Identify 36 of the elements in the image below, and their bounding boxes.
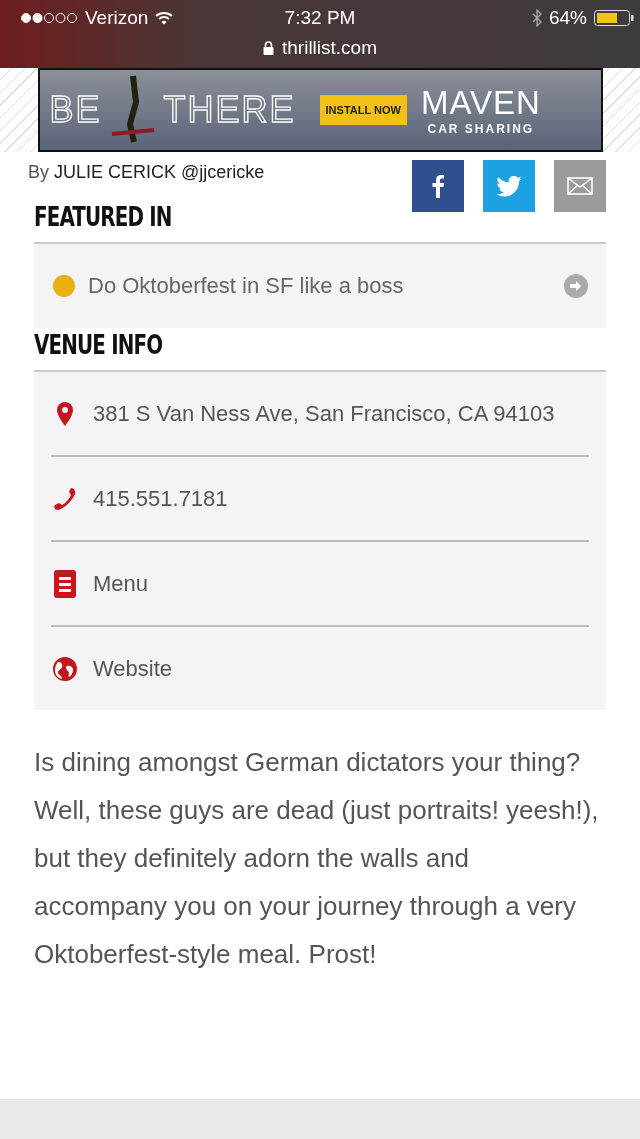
article-paragraph: Is dining amongst German dictators your thing? Well, these guys are dead (just portraits! yeesh!), but they definitely adorn the walls and accompany you on your journey through a very Oktoberfest-style meal. Prost! <box>34 746 600 971</box>
arrow-right-icon[interactable] <box>564 274 588 298</box>
document-icon <box>54 569 76 598</box>
ad-headline: THERE <box>163 89 296 131</box>
email-share-button[interactable] <box>554 160 606 212</box>
carrier-name: Verizon <box>85 7 149 29</box>
battery-percent: 64% <box>548 7 587 29</box>
envelope-icon <box>567 177 593 195</box>
battery-icon <box>594 9 634 27</box>
clock-time: 7:32 PM <box>284 7 356 29</box>
venue-link[interactable]: 415.551.7181 <box>93 485 228 512</box>
byline: By JULIE CERICK @jjcericke <box>28 162 265 183</box>
venue-link[interactable]: Website <box>93 655 173 682</box>
featured-link[interactable]: Do Oktoberfest in SF like a boss <box>88 273 552 299</box>
install-button[interactable]: INSTALL NOW <box>319 95 407 125</box>
wifi-icon <box>155 11 174 25</box>
ad-headline: BE <box>49 89 102 131</box>
bluetooth-icon <box>531 9 542 27</box>
signal-icon <box>20 12 78 24</box>
author-handle-link[interactable]: @jjcericke <box>181 162 265 182</box>
section-heading: FEATURED IN <box>34 202 172 234</box>
lock-icon <box>263 41 274 55</box>
twitter-share-button[interactable] <box>483 160 535 212</box>
page-url[interactable]: thrillist.com <box>282 37 377 59</box>
globe-icon <box>52 655 78 682</box>
section-heading: VENUE INFO <box>34 330 163 362</box>
venue-link[interactable]: 381 S Van Ness Ave, San Francisco, CA 94103 <box>93 400 555 427</box>
facebook-icon <box>431 174 445 198</box>
ad-banner[interactable]: BE THERE INSTALL NOW MAVEN CAR SHARING <box>37 68 603 152</box>
brand-tagline: CAR SHARING <box>427 122 535 136</box>
bird-icon <box>496 175 522 197</box>
facebook-share-button[interactable] <box>412 160 464 212</box>
phone-icon <box>52 485 78 512</box>
map-pin-icon <box>57 401 73 426</box>
venue-link[interactable]: Menu <box>93 570 149 597</box>
brand-logo: MAVEN <box>420 84 541 122</box>
